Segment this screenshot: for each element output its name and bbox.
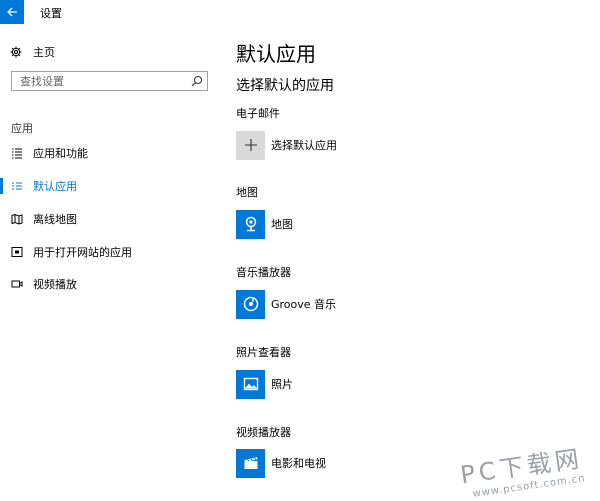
maps-app-button[interactable]: 地图: [236, 209, 293, 239]
video-icon: [11, 280, 23, 288]
nav-item-label: 离线地图: [33, 213, 77, 226]
photos-tile: [236, 369, 265, 399]
nav-home-label: 主页: [33, 46, 55, 59]
back-arrow-icon: [7, 7, 17, 17]
app-label: 照片: [271, 378, 293, 391]
maps-tile: [236, 209, 265, 239]
active-indicator: [0, 178, 3, 194]
music-app-button[interactable]: Groove 音乐: [236, 289, 336, 319]
category-heading-maps: 地图: [236, 186, 258, 199]
movies-tv-icon: [244, 457, 257, 469]
maps-app-icon: [245, 216, 256, 232]
photos-app-button[interactable]: 照片: [236, 369, 293, 399]
photos-icon: [243, 377, 258, 391]
app-label: 地图: [271, 218, 293, 231]
groove-tile: [236, 289, 265, 319]
search-icon[interactable]: [191, 75, 203, 87]
nav-item-apps-features[interactable]: 应用和功能: [0, 142, 220, 164]
nav-item-label: 应用和功能: [33, 147, 88, 160]
back-button[interactable]: [0, 0, 24, 24]
category-heading-email: 电子邮件: [236, 107, 280, 120]
map-icon: [11, 213, 23, 225]
nav-item-label: 用于打开网站的应用: [33, 246, 132, 259]
page-title: 默认应用: [236, 42, 316, 66]
category-heading-music: 音乐播放器: [236, 266, 291, 279]
plus-tile: [236, 130, 265, 160]
nav-item-default-apps[interactable]: 默认应用: [0, 175, 220, 197]
page-subtitle: 选择默认的应用: [236, 78, 334, 94]
list-icon: [12, 148, 22, 159]
category-heading-video: 视频播放器: [236, 426, 291, 439]
nav-section-label: 应用: [11, 122, 33, 135]
nav-item-label: 默认应用: [33, 180, 77, 193]
app-label: 电影和电视: [271, 457, 326, 470]
app-label: 选择默认应用: [271, 139, 337, 152]
nav-item-offline-maps[interactable]: 离线地图: [0, 208, 220, 230]
main-panel: 默认应用 选择默认的应用 电子邮件 选择默认应用 地图 地图 音乐播放器 Gro…: [236, 24, 600, 500]
plus-icon: [244, 139, 257, 151]
defaults-list-icon: [12, 182, 22, 190]
search-input[interactable]: [12, 72, 191, 90]
nav-item-label: 视频播放: [33, 278, 77, 291]
video-app-button[interactable]: 电影和电视: [236, 448, 326, 478]
nav-item-video-playback[interactable]: 视频播放: [0, 273, 220, 295]
sidebar: 主页 应用 应用和功能 默认应用 离线地图 用于打开网站的应: [0, 24, 220, 500]
nav-home[interactable]: 主页: [10, 42, 55, 62]
category-heading-photos: 照片查看器: [236, 346, 291, 359]
groove-music-icon: [243, 296, 258, 312]
nav-item-web-apps[interactable]: 用于打开网站的应用: [0, 241, 220, 263]
window-title: 设置: [40, 7, 62, 20]
movies-tile: [236, 448, 265, 478]
gear-icon: [10, 46, 22, 58]
email-app-button[interactable]: 选择默认应用: [236, 130, 337, 160]
app-label: Groove 音乐: [271, 298, 337, 311]
web-app-icon: [11, 247, 23, 257]
title-bar: 设置: [0, 0, 600, 24]
search-box[interactable]: [11, 71, 208, 91]
